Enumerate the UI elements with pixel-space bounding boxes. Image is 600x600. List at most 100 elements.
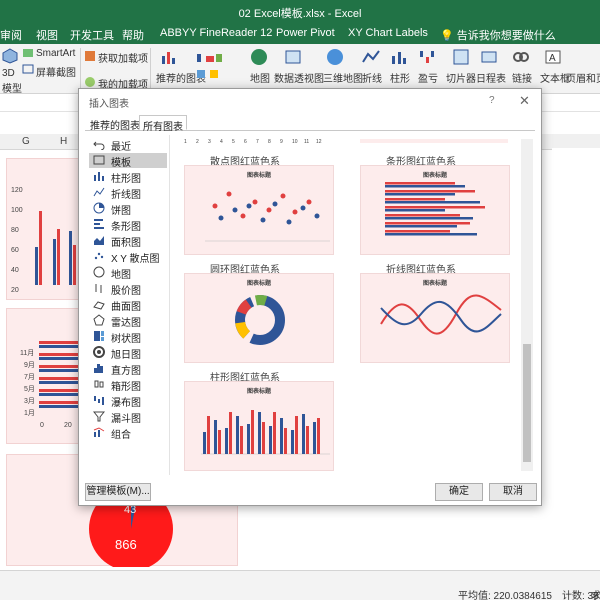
partial-thumbnail-axis: 1 2 3 4 5 6 7 8 9 10 11 12 <box>184 139 334 149</box>
category-surface[interactable]: 曲面图 <box>89 297 167 313</box>
thumbnail-title: 图表标题 <box>422 173 447 179</box>
tab-developer[interactable]: 开发工具 <box>70 27 114 43</box>
stock-chart-icon <box>95 284 102 293</box>
manage-templates-button[interactable]: 管理模板(M)... <box>85 483 151 501</box>
help-button[interactable]: ? <box>489 95 495 106</box>
textbox-icon: A <box>545 50 561 64</box>
sparkline-line-button[interactable]: 折线 <box>362 70 382 85</box>
bar <box>73 245 76 285</box>
status-average: 平均值: 220.0384615 <box>458 591 552 600</box>
category-label: 地图 <box>111 270 131 281</box>
category-funnel[interactable]: 漏斗图 <box>89 409 167 425</box>
category-scatter[interactable]: X Y 散点图 <box>89 249 167 265</box>
category-box-whisker[interactable]: 箱形图 <box>89 377 167 393</box>
category-waterfall[interactable]: 瀑布图 <box>89 393 167 409</box>
column-chart-icon <box>94 172 104 181</box>
box-whisker-icon <box>94 380 104 388</box>
template-thumbnail-column[interactable]: 图表标题 <box>184 381 334 471</box>
tab-all-charts[interactable]: 所有图表 <box>139 115 187 133</box>
tab-abbyy[interactable]: ABBYY FineReader 12 <box>160 27 272 39</box>
category-map[interactable]: 地图 <box>89 265 167 281</box>
category-label: 柱形图 <box>111 174 141 185</box>
dialog-tabs: 推荐的图表 所有图表 <box>85 115 535 133</box>
tab-review[interactable]: 审阅 <box>0 27 22 43</box>
category-line[interactable]: 折线图 <box>89 185 167 201</box>
category-treemap[interactable]: 树状图 <box>89 329 167 345</box>
category-sunburst[interactable]: 旭日图 <box>89 345 167 361</box>
smartart-button[interactable]: SmartArt <box>36 48 75 59</box>
bar <box>35 247 38 285</box>
chart-category-list: 最近 模板 柱形图 折线图 饼图 条形图 面积图 X Y 散点图 地图 股价图 … <box>89 135 167 475</box>
bar <box>39 377 81 380</box>
lightbulb-icon: 💡 <box>440 30 454 42</box>
category-pie[interactable]: 饼图 <box>89 201 167 217</box>
screenshot-button[interactable]: 屏幕截图 <box>36 64 76 79</box>
axis-number: 8 <box>268 139 271 145</box>
bar-chart-icon <box>94 219 104 229</box>
template-thumbnail-doughnut[interactable]: 图表标题 <box>184 273 334 363</box>
category-label: 条形图 <box>111 222 141 233</box>
gallery-scrollbar[interactable] <box>521 139 533 471</box>
ok-button[interactable]: 确定 <box>435 483 483 501</box>
category-combo[interactable]: 组合 <box>89 425 167 441</box>
category-column[interactable]: 柱形图 <box>89 169 167 185</box>
category-area[interactable]: 面积图 <box>89 233 167 249</box>
category-label: 直方图 <box>111 366 141 377</box>
scrollbar-thumb[interactable] <box>523 344 531 462</box>
sparkline-winloss-button[interactable]: 盈亏 <box>418 70 438 85</box>
tab-view[interactable]: 视图 <box>36 27 58 43</box>
category-label: 雷达图 <box>111 318 141 329</box>
category-stock[interactable]: 股价图 <box>89 281 167 297</box>
axis-number: 5 <box>232 139 235 145</box>
tab-recommended-charts[interactable]: 推荐的图表 <box>87 117 143 132</box>
template-thumbnail-bar[interactable]: 图表标题 <box>360 165 510 255</box>
column-header-g[interactable]: G <box>22 136 30 147</box>
axis-number: 2 <box>196 139 199 145</box>
category-radar[interactable]: 雷达图 <box>89 313 167 329</box>
column-header-h[interactable]: H <box>60 136 67 147</box>
slicer-button[interactable]: 切片器 <box>446 70 476 85</box>
3d-model-label-b[interactable]: 模型 <box>2 80 22 95</box>
bar <box>39 389 81 392</box>
tab-power-pivot[interactable]: Power Pivot <box>276 27 335 39</box>
template-thumbnail-line[interactable]: 图表标题 <box>360 273 510 363</box>
status-sum: 求 <box>591 591 600 600</box>
category-bar[interactable]: 条形图 <box>89 217 167 233</box>
tab-xy-chart-labels[interactable]: XY Chart Labels <box>348 27 428 39</box>
pivot-chart-button[interactable]: 数据透视图 <box>274 70 324 85</box>
axis-number: 11 <box>304 139 310 145</box>
sheet-right-area[interactable] <box>552 148 600 548</box>
title-bar: 02 Excel模板.xlsx - Excel <box>0 0 600 22</box>
3d-map-icon <box>327 49 343 65</box>
category-label: 折线图 <box>111 190 141 201</box>
sparkline-column-button[interactable]: 柱形 <box>390 70 410 85</box>
tell-me-box[interactable]: 💡 告诉我你想要做什么 <box>440 27 556 43</box>
thumbnail-title: 图表标题 <box>246 281 271 287</box>
3d-model-label-a[interactable]: 3D <box>2 68 15 79</box>
category-templates[interactable]: 模板 <box>89 153 167 169</box>
timeline-button[interactable]: 日程表 <box>476 70 506 85</box>
maps-button[interactable]: 地图 <box>250 70 270 85</box>
3d-map-button[interactable]: 三维地图 <box>323 70 363 85</box>
bar <box>39 365 81 368</box>
tick-label: 60 <box>11 247 19 254</box>
category-label: 树状图 <box>111 334 141 345</box>
cancel-button[interactable]: 取消 <box>489 483 537 501</box>
axis-number: 3 <box>208 139 211 145</box>
category-histogram[interactable]: 直方图 <box>89 361 167 377</box>
template-thumbnail-scatter[interactable]: 图表标题 <box>184 165 334 255</box>
axis-number: 10 <box>292 139 298 145</box>
insert-chart-dialog: 插入图表 ? ✕ 推荐的图表 所有图表 最近 模板 柱形图 折线图 饼图 条形图 <box>78 88 542 506</box>
tab-help[interactable]: 帮助 <box>122 27 144 43</box>
tick-label: 120 <box>11 187 23 194</box>
get-addins-button[interactable]: 获取加载项 <box>98 50 148 65</box>
sheet-chart-column[interactable]: 120 100 80 60 40 20 <box>6 158 80 300</box>
category-recent[interactable]: 最近 <box>89 137 167 153</box>
link-button[interactable]: 链接 <box>512 70 532 85</box>
header-footer-button[interactable]: 页眉和页脚 <box>566 70 600 85</box>
category-label: 漏斗图 <box>111 414 141 425</box>
bar <box>39 405 81 408</box>
status-bar: 平均值: 220.0384615 计数: 38 求 <box>0 570 600 600</box>
partial-thumbnail[interactable] <box>360 139 508 143</box>
close-button[interactable]: ✕ <box>519 93 530 109</box>
